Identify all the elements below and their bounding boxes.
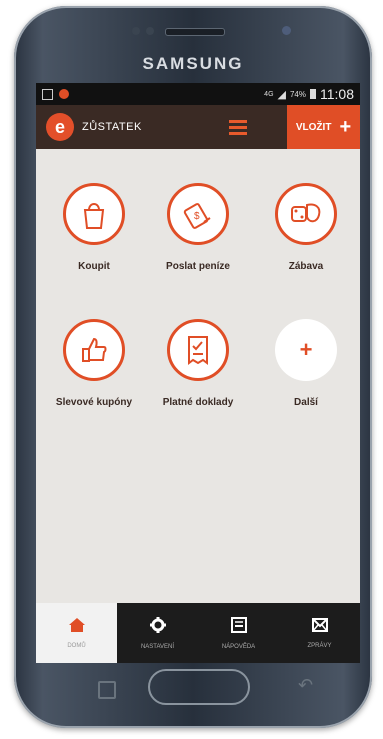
tile-slevove-kupony[interactable]: Slevové kupóny bbox=[40, 319, 148, 408]
tab-zpravy[interactable]: ZPRÁVY bbox=[279, 603, 360, 663]
tab-nastaveni[interactable]: NASTAVENÍ bbox=[117, 603, 198, 663]
tile-koupit[interactable]: Koupit bbox=[40, 183, 148, 272]
sensor-dot bbox=[132, 27, 140, 35]
help-book-icon bbox=[230, 617, 247, 633]
tile-label: Platné doklady bbox=[162, 397, 234, 408]
plus-icon: + bbox=[275, 319, 337, 381]
clock: 11:08 bbox=[320, 86, 354, 102]
bottom-tab-bar: DOMŮ NASTAVENÍ NÁPOVĚDA ZPRÁVY bbox=[36, 603, 360, 663]
entertainment-icon bbox=[275, 183, 337, 245]
send-money-icon: $ bbox=[167, 183, 229, 245]
tile-label: Zábava bbox=[288, 261, 324, 272]
app-notification-icon bbox=[59, 89, 69, 99]
tab-domu[interactable]: DOMŮ bbox=[36, 603, 117, 663]
gear-icon bbox=[149, 617, 166, 633]
network-type: 4G bbox=[264, 90, 274, 98]
app-logo-icon: e bbox=[46, 113, 74, 141]
shopping-bag-icon bbox=[63, 183, 125, 245]
tab-label: DOMŮ bbox=[67, 643, 86, 649]
tile-label: Další bbox=[294, 397, 318, 408]
balance-button[interactable]: ZŮSTATEK bbox=[82, 121, 142, 133]
tab-label: NASTAVENÍ bbox=[140, 644, 175, 650]
thumbs-up-icon bbox=[63, 319, 125, 381]
tab-label: ZPRÁVY bbox=[307, 643, 332, 649]
earpiece-speaker bbox=[165, 28, 225, 36]
menu-icon[interactable] bbox=[229, 120, 247, 138]
app-header: e ZŮSTATEK VLOŽIT + bbox=[36, 105, 360, 149]
svg-text:$: $ bbox=[194, 211, 200, 222]
tile-platne-doklady[interactable]: Platné doklady bbox=[144, 319, 252, 408]
deposit-label: VLOŽIT bbox=[295, 121, 332, 133]
phone-frame: SAMSUNG 4G ◢ 74% 11:08 e ZŮSTATEK VLOŽIT… bbox=[14, 6, 372, 728]
tile-label: Slevové kupóny bbox=[55, 397, 133, 408]
signal-icon: ◢ bbox=[277, 88, 286, 101]
app-screen: 4G ◢ 74% 11:08 e ZŮSTATEK VLOŽIT + Koupi… bbox=[36, 83, 360, 663]
envelope-icon bbox=[311, 618, 328, 632]
device-brand: SAMSUNG bbox=[142, 54, 244, 73]
hardware-home-button[interactable] bbox=[148, 669, 250, 705]
tab-napoveda[interactable]: NÁPOVĚDA bbox=[198, 603, 279, 663]
receipt-icon bbox=[167, 319, 229, 381]
recent-apps-button[interactable] bbox=[98, 681, 116, 699]
notification-icon bbox=[42, 88, 53, 100]
tile-label: Poslat peníze bbox=[166, 261, 230, 272]
hardware-nav: ↶ bbox=[36, 663, 360, 713]
deposit-button[interactable]: VLOŽIT + bbox=[287, 105, 360, 149]
battery-icon bbox=[310, 89, 316, 99]
tab-label: NÁPOVĚDA bbox=[221, 644, 256, 650]
tile-zabava[interactable]: Zábava bbox=[252, 183, 360, 272]
tile-poslat-penize[interactable]: $ Poslat peníze bbox=[144, 183, 252, 272]
sensor-dot bbox=[146, 27, 154, 35]
tile-dalsi[interactable]: + Další bbox=[252, 319, 360, 408]
status-bar: 4G ◢ 74% 11:08 bbox=[36, 83, 360, 105]
battery-level: 74% bbox=[289, 89, 306, 99]
plus-symbol: + bbox=[299, 337, 313, 362]
tile-label: Koupit bbox=[78, 261, 110, 272]
front-camera bbox=[282, 26, 291, 35]
home-icon bbox=[68, 618, 85, 632]
phone-top-bezel: SAMSUNG bbox=[14, 6, 372, 88]
back-button[interactable]: ↶ bbox=[298, 675, 313, 696]
plus-icon: + bbox=[339, 115, 352, 138]
